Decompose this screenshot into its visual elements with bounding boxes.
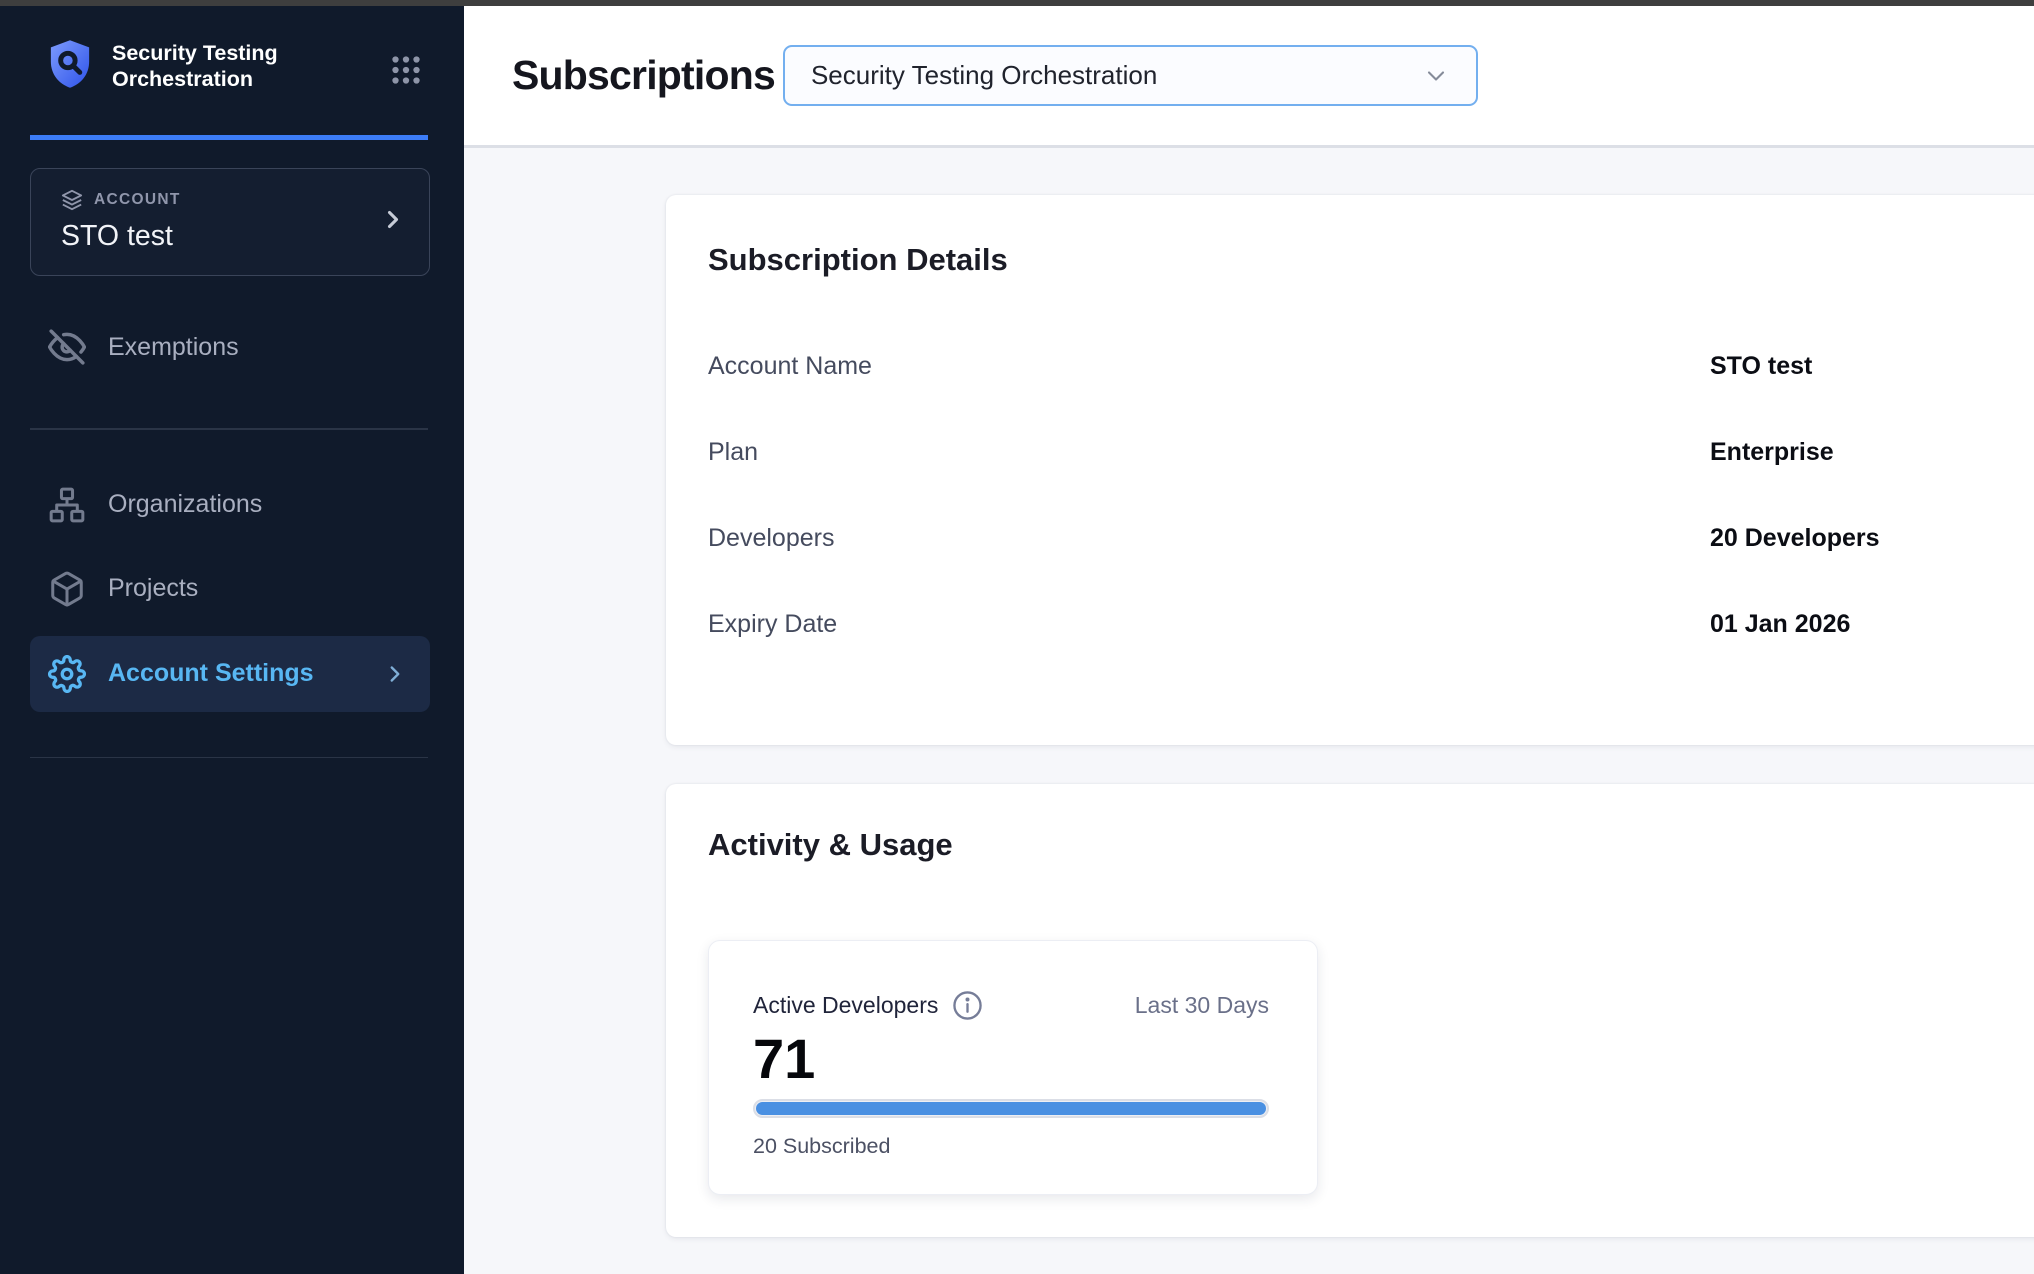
stat-value: 71: [753, 1030, 1269, 1089]
detail-label: Plan: [708, 438, 1710, 467]
chevron-right-icon: [382, 661, 408, 687]
activity-usage-title: Activity & Usage: [708, 828, 2034, 862]
info-icon[interactable]: [951, 989, 984, 1022]
sidebar-item-account-settings[interactable]: Account Settings: [30, 636, 430, 712]
sidebar-item-label: Organizations: [108, 490, 262, 519]
main-area: Subscriptions Security Testing Orchestra…: [464, 6, 2034, 1274]
detail-label: Expiry Date: [708, 610, 1710, 639]
chevron-down-icon: [1422, 62, 1450, 90]
sidebar-item-label: Exemptions: [108, 333, 239, 362]
sidebar-header: Security Testing Orchestration: [0, 6, 464, 97]
stat-footnote: 20 Subscribed: [753, 1134, 1269, 1159]
page-title: Subscriptions: [512, 52, 775, 99]
detail-label: Developers: [708, 524, 1710, 553]
eye-off-icon: [48, 328, 86, 366]
subscription-details-card: Subscription Details Account Name STO te…: [666, 195, 2034, 745]
sidebar-divider: [30, 757, 428, 759]
page-header: Subscriptions Security Testing Orchestra…: [464, 6, 2034, 148]
detail-value: 01 Jan 2026: [1710, 610, 1850, 639]
sidebar-accent-divider: [30, 135, 428, 140]
sidebar-item-exemptions[interactable]: Exemptions: [0, 316, 464, 378]
cube-icon: [48, 570, 86, 608]
sidebar-item-label: Account Settings: [108, 659, 314, 688]
app-root: Security Testing Orchestration: [0, 6, 2034, 1274]
detail-row-expiry-date: Expiry Date 01 Jan 2026: [708, 581, 2034, 667]
detail-row-plan: Plan Enterprise: [708, 409, 2034, 495]
account-scope-label: ACCOUNT: [94, 191, 181, 209]
org-chart-icon: [48, 486, 86, 524]
app-title: Security Testing Orchestration: [112, 40, 318, 92]
sidebar-nav: Exemptions Organizations: [0, 316, 464, 758]
stat-label: Active Developers: [753, 992, 938, 1019]
app-switcher-grid-icon[interactable]: [388, 52, 424, 91]
page-content: Subscription Details Account Name STO te…: [464, 148, 2034, 1274]
sidebar-item-label: Projects: [108, 574, 198, 603]
module-selector-dropdown[interactable]: Security Testing Orchestration: [783, 45, 1478, 106]
activity-usage-card: Activity & Usage Active Developers Last …: [666, 784, 2034, 1237]
detail-row-developers: Developers 20 Developers: [708, 495, 2034, 581]
gear-icon: [48, 655, 86, 693]
sidebar-divider: [30, 428, 428, 430]
detail-row-account-name: Account Name STO test: [708, 323, 2034, 409]
subscription-details-title: Subscription Details: [708, 243, 2034, 277]
layers-icon: [61, 189, 83, 211]
sidebar-settings-group: Organizations Projects: [0, 474, 464, 712]
module-selector-value: Security Testing Orchestration: [811, 60, 1157, 91]
detail-value: Enterprise: [1710, 438, 1834, 467]
usage-progress-fill: [756, 1102, 1266, 1115]
chevron-right-icon: [379, 206, 407, 239]
account-scope-card[interactable]: ACCOUNT STO test: [30, 168, 430, 276]
detail-value: 20 Developers: [1710, 524, 1880, 553]
subscription-details-rows: Account Name STO test Plan Enterprise De…: [708, 323, 2034, 667]
detail-label: Account Name: [708, 352, 1710, 381]
sto-shield-logo-icon: [42, 36, 98, 97]
sidebar-item-organizations[interactable]: Organizations: [0, 474, 464, 536]
usage-progress-track: [753, 1099, 1269, 1118]
sidebar: Security Testing Orchestration: [0, 6, 464, 1274]
detail-value: STO test: [1710, 352, 1812, 381]
stat-period: Last 30 Days: [1135, 992, 1269, 1019]
sidebar-item-projects[interactable]: Projects: [0, 558, 464, 620]
account-name: STO test: [61, 220, 405, 253]
active-developers-stat-card: Active Developers Last 30 Days 71: [708, 940, 1318, 1195]
